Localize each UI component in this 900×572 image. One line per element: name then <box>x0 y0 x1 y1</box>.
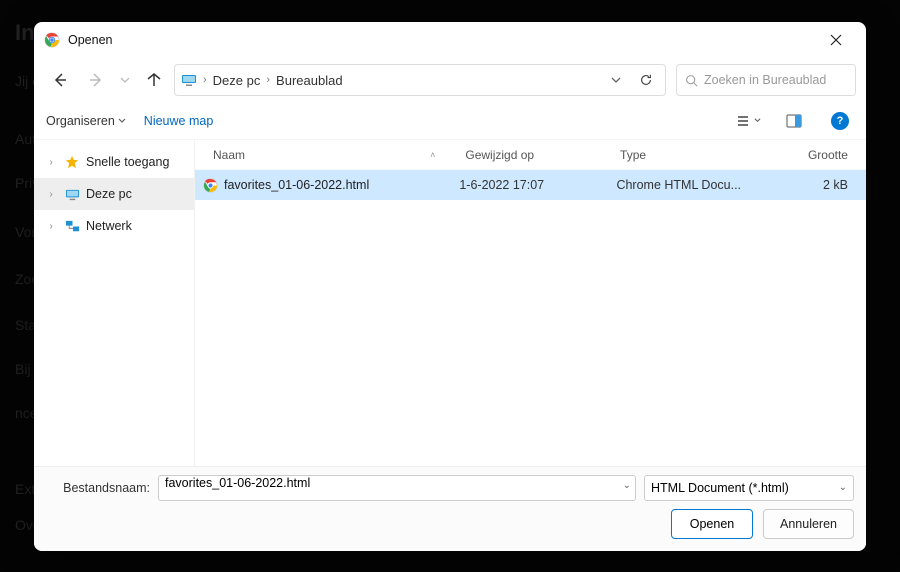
sidebar-item-this-pc[interactable]: › Deze pc <box>34 178 194 210</box>
sidebar-item-label: Netwerk <box>86 219 132 233</box>
organize-label: Organiseren <box>46 114 115 128</box>
list-view-icon <box>736 113 752 129</box>
filter-value: HTML Document (*.html) <box>651 481 789 495</box>
breadcrumb-item[interactable]: Bureaublad <box>276 73 343 88</box>
chevron-down-icon <box>611 75 621 85</box>
column-type[interactable]: Type <box>620 148 775 162</box>
sidebar: › Snelle toegang › Deze pc › Netwerk <box>34 140 194 466</box>
navigation-row: › Deze pc › Bureaublad Zoeken in Bureaub… <box>34 58 866 102</box>
filename-value: favorites_01-06-2022.html <box>165 476 310 490</box>
monitor-icon <box>64 186 80 202</box>
column-headers[interactable]: Naam ˄ Gewijzigd op Type Grootte <box>195 140 866 170</box>
chevron-down-icon[interactable]: ⌄ <box>623 480 631 491</box>
sidebar-item-quick-access[interactable]: › Snelle toegang <box>34 146 194 178</box>
chevron-down-icon: ⌄ <box>839 482 847 493</box>
filename-label: Bestandsnaam: <box>46 481 150 495</box>
search-input[interactable]: Zoeken in Bureaublad <box>676 64 856 96</box>
new-folder-button[interactable]: Nieuwe map <box>144 114 213 128</box>
arrow-right-icon <box>88 72 104 88</box>
sidebar-item-label: Deze pc <box>86 187 132 201</box>
preview-pane-icon <box>786 114 802 128</box>
forward-button[interactable] <box>80 64 112 96</box>
network-icon <box>64 218 80 234</box>
arrow-up-icon <box>146 72 162 88</box>
chevron-right-icon: › <box>44 221 58 232</box>
breadcrumb[interactable]: › Deze pc › Bureaublad <box>174 64 666 96</box>
file-row[interactable]: favorites_01-06-2022.html 1-6-2022 17:07… <box>195 170 866 200</box>
file-name: favorites_01-06-2022.html <box>224 178 369 192</box>
titlebar: Openen <box>34 22 866 58</box>
close-icon <box>830 34 842 46</box>
chevron-right-icon: › <box>44 189 58 200</box>
column-name[interactable]: Naam <box>213 148 245 162</box>
chevron-down-icon <box>120 75 130 85</box>
file-list: Naam ˄ Gewijzigd op Type Grootte <box>194 140 866 466</box>
file-modified: 1-6-2022 17:07 <box>459 178 616 192</box>
chevron-right-icon: › <box>264 74 272 86</box>
back-button[interactable] <box>44 64 76 96</box>
search-icon <box>685 74 698 87</box>
chevron-right-icon: › <box>44 157 58 168</box>
chrome-icon <box>44 32 60 48</box>
search-placeholder: Zoeken in Bureaublad <box>704 73 826 87</box>
open-dialog: Openen › Deze pc › Bureaublad <box>34 22 866 551</box>
open-button[interactable]: Openen <box>671 509 753 539</box>
recent-dropdown[interactable] <box>116 64 134 96</box>
breadcrumb-item[interactable]: Deze pc <box>213 73 261 88</box>
chevron-right-icon: › <box>201 74 209 86</box>
this-pc-icon <box>181 72 197 88</box>
view-mode-button[interactable] <box>734 108 762 134</box>
column-size[interactable]: Grootte <box>775 148 858 162</box>
filename-input[interactable]: favorites_01-06-2022.html ⌄ <box>158 475 636 501</box>
file-type-filter[interactable]: HTML Document (*.html) ⌄ <box>644 475 854 501</box>
chevron-down-icon <box>118 117 126 125</box>
preview-pane-button[interactable] <box>780 108 808 134</box>
cancel-button[interactable]: Annuleren <box>763 509 854 539</box>
sort-indicator-icon: ˄ <box>430 150 435 160</box>
close-button[interactable] <box>816 24 856 56</box>
sidebar-item-network[interactable]: › Netwerk <box>34 210 194 242</box>
dialog-title: Openen <box>68 33 112 47</box>
command-row: Organiseren Nieuwe map ? <box>34 102 866 140</box>
up-button[interactable] <box>138 64 170 96</box>
path-dropdown[interactable] <box>603 67 629 93</box>
dialog-footer: Bestandsnaam: favorites_01-06-2022.html … <box>34 466 866 551</box>
arrow-left-icon <box>52 72 68 88</box>
help-button[interactable]: ? <box>826 108 854 134</box>
file-type: Chrome HTML Docu... <box>616 178 773 192</box>
help-icon: ? <box>831 112 849 130</box>
chevron-down-icon <box>754 117 761 124</box>
star-icon <box>64 154 80 170</box>
column-modified[interactable]: Gewijzigd op <box>465 148 620 162</box>
organize-menu[interactable]: Organiseren <box>46 114 126 128</box>
file-size: 2 kB <box>774 178 858 192</box>
chrome-file-icon <box>203 178 218 193</box>
refresh-icon <box>639 73 653 87</box>
sidebar-item-label: Snelle toegang <box>86 155 169 169</box>
refresh-button[interactable] <box>633 67 659 93</box>
